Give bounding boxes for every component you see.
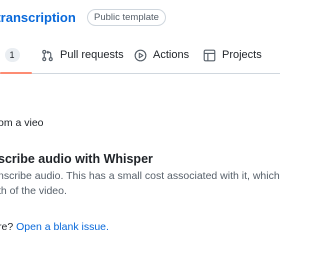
issue-template-chooser: -transcription Public template s 1 Pull …: [0, 0, 280, 280]
active-tab-indicator: [0, 72, 32, 74]
tab-actions-label: Actions: [153, 49, 190, 61]
template-item-title[interactable]: scribe audio with Whisper: [0, 152, 153, 166]
open-blank-issue-link[interactable]: Open a blank issue.: [16, 221, 109, 233]
repo-tab-nav: s 1 Pull requests Actions: [0, 38, 280, 74]
pull-request-icon: [42, 49, 53, 61]
visibility-badge: Public template: [87, 9, 166, 26]
blank-issue-prompt: re? Open a blank issue.: [0, 221, 109, 233]
repo-name-link[interactable]: -transcription: [0, 10, 76, 25]
table-icon: [203, 49, 216, 61]
tab-issues[interactable]: s 1: [0, 47, 20, 63]
tab-pull-requests[interactable]: Pull requests: [41, 47, 124, 63]
tab-actions[interactable]: Actions: [134, 47, 189, 63]
tab-pull-requests-label: Pull requests: [60, 49, 124, 61]
play-icon: [134, 49, 147, 61]
template-description: om a vieo: [0, 117, 44, 129]
blank-issue-prompt-text: re?: [0, 221, 14, 233]
issues-count-badge: 1: [4, 48, 20, 62]
tab-projects[interactable]: Projects: [203, 47, 262, 63]
template-item-description-line: nscribe audio. This has a small cost ass…: [0, 170, 280, 182]
template-item-description-line: th of the video.: [0, 185, 67, 197]
tab-projects-label: Projects: [222, 49, 262, 61]
template-item-description: nscribe audio. This has a small cost ass…: [0, 169, 280, 199]
